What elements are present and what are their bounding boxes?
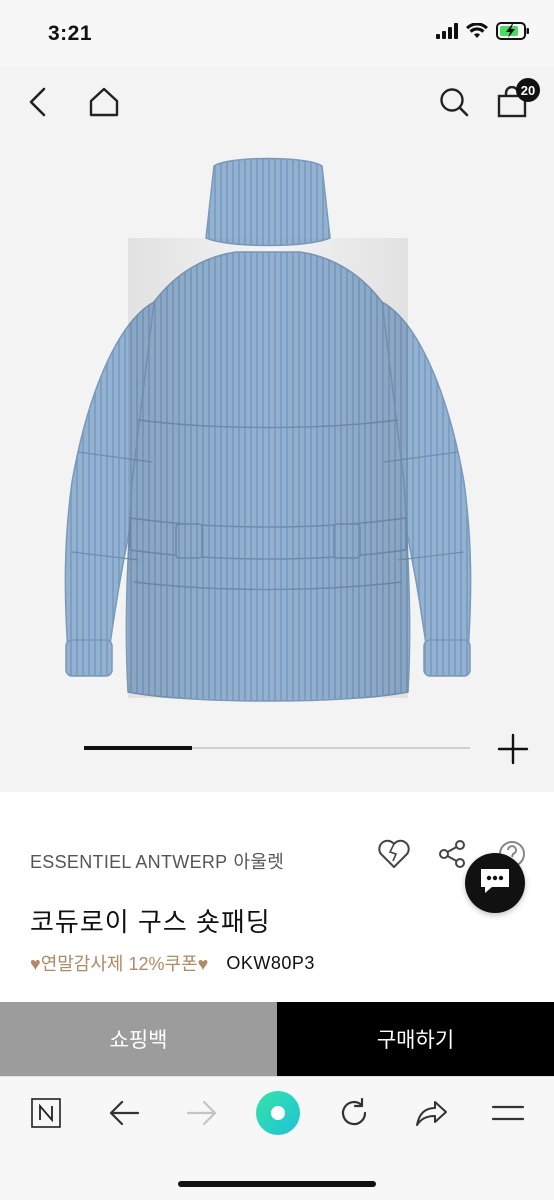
product-gallery[interactable]: 20 — [0, 66, 554, 792]
purchase-action-bar: 쇼핑백 구매하기 — [0, 1002, 554, 1076]
browser-share-button[interactable] — [410, 1093, 454, 1137]
store-type: 아울렛 — [233, 852, 285, 872]
back-arrow-icon — [108, 1099, 140, 1132]
chat-button[interactable] — [465, 853, 525, 913]
browser-forward-button[interactable] — [180, 1093, 224, 1137]
buy-now-button[interactable]: 구매하기 — [277, 1002, 554, 1076]
status-icons — [436, 22, 530, 45]
product-title: 코듀로이 구스 숏패딩 — [30, 907, 271, 937]
chevron-left-icon — [26, 87, 50, 122]
cart-count-badge: 20 — [516, 78, 540, 102]
naver-home-button[interactable] — [24, 1093, 68, 1137]
n-logo-icon — [30, 1097, 62, 1134]
home-button[interactable] — [82, 82, 126, 126]
promo-text: ♥연말감사제 12%쿠폰♥ — [30, 954, 209, 974]
home-indicator — [178, 1181, 376, 1187]
plus-icon — [494, 733, 532, 772]
browser-green-dot-button[interactable] — [254, 1089, 302, 1141]
promo-row: ♥연말감사제 12%쿠폰♥ OKW80P3 — [30, 950, 315, 976]
share-arrow-icon — [415, 1099, 449, 1132]
cart-button[interactable]: 20 — [490, 78, 540, 126]
forward-arrow-icon — [186, 1099, 218, 1132]
heart-icon — [377, 839, 411, 874]
browser-toolbar — [0, 1076, 554, 1200]
product-code: OKW80P3 — [226, 952, 315, 973]
chat-bubble-icon — [478, 866, 512, 901]
gallery-progress — [84, 746, 470, 750]
shopping-bag-button[interactable]: 쇼핑백 — [0, 1002, 277, 1076]
browser-menu-button[interactable] — [486, 1093, 530, 1137]
green-dot-icon — [255, 1090, 301, 1141]
search-button[interactable] — [432, 82, 476, 126]
search-icon — [438, 86, 470, 123]
gallery-progress-fill — [84, 746, 193, 750]
share-icon — [437, 839, 467, 874]
battery-charging-icon — [496, 22, 530, 45]
refresh-icon — [338, 1097, 370, 1134]
home-icon — [88, 86, 120, 123]
browser-refresh-button[interactable] — [332, 1093, 376, 1137]
status-bar: 3:21 — [0, 0, 554, 66]
back-button[interactable] — [16, 82, 60, 126]
status-time: 3:21 — [48, 22, 93, 45]
browser-back-button[interactable] — [102, 1093, 146, 1137]
product-image[interactable] — [58, 152, 478, 708]
expand-button[interactable] — [494, 730, 532, 768]
signal-icon — [436, 23, 458, 44]
brand-name[interactable]: ESSENTIEL ANTWERP — [30, 852, 227, 872]
menu-icon — [491, 1103, 525, 1128]
brand-row[interactable]: ESSENTIEL ANTWERP 아울렛 — [30, 848, 284, 874]
wifi-icon — [466, 22, 488, 44]
wishlist-button[interactable] — [372, 834, 416, 878]
